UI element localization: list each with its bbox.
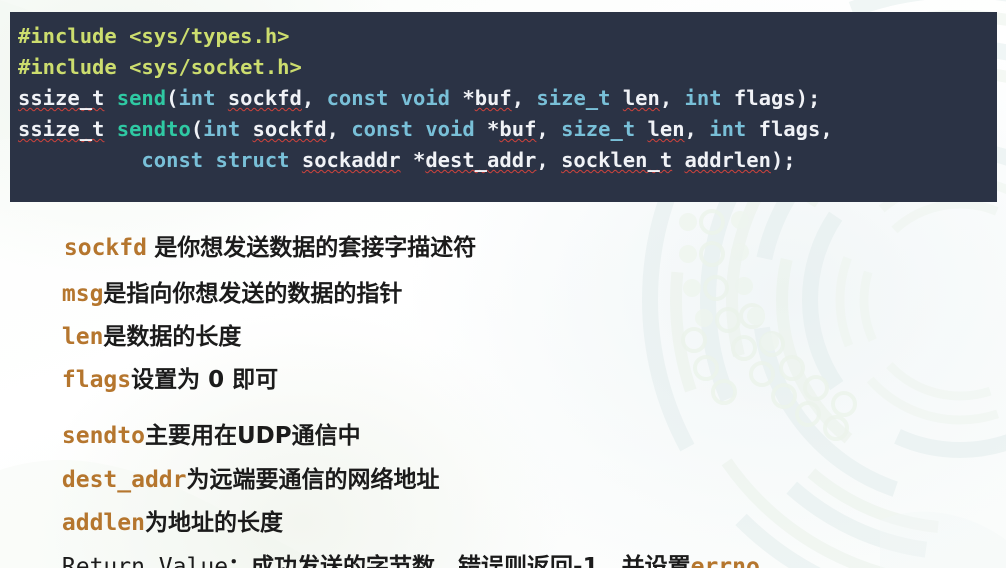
code-token: const struct	[141, 148, 290, 172]
note-return-line: Return Value：成功发送的字节数，错误则返回-1，并设置errno	[18, 533, 760, 568]
code-token: ,	[536, 148, 562, 172]
code-token: flags,	[746, 117, 833, 141]
note-keyword: sockfd	[63, 235, 147, 261]
code-token: (	[166, 86, 179, 110]
code-token: ,	[659, 86, 685, 110]
code-token: sockaddr	[301, 148, 401, 172]
code-token: int	[203, 117, 241, 141]
code-token: len	[622, 86, 660, 110]
code-token: socklen_t	[561, 148, 673, 172]
code-token: buf	[474, 86, 512, 110]
code-token: int	[709, 117, 747, 141]
code-token: ssize_t	[18, 117, 105, 141]
code-line-include-types: #include <sys/types.h>	[18, 21, 997, 52]
code-token: len	[647, 117, 685, 141]
code-token: const void	[351, 117, 475, 141]
code-token: ,	[536, 117, 562, 141]
slide-canvas: #include <sys/types.h> #include <sys/sock…	[0, 0, 1006, 568]
code-token: *	[474, 117, 500, 141]
code-token: int	[178, 86, 216, 110]
return-value-text: 成功发送的字节数，错误则返回-1，并设置	[251, 554, 691, 568]
code-token: size_t	[561, 117, 636, 141]
return-value-label: Return Value	[61, 554, 229, 568]
code-token: ,	[684, 117, 710, 141]
code-token: addrlen	[684, 148, 771, 172]
code-lines-container: #include <sys/types.h> #include <sys/sock…	[18, 21, 997, 176]
code-token: const void	[326, 86, 451, 110]
code-line-sendto-proto-line1: ssize_t sendto(int sockfd, const void *b…	[18, 114, 997, 145]
code-block: #include <sys/types.h> #include <sys/sock…	[10, 12, 997, 202]
note-text: 是你想发送数据的套接字描述符	[154, 235, 477, 261]
code-token: ,	[301, 86, 327, 110]
code-token: sockfd	[252, 117, 327, 141]
code-token: send	[116, 86, 167, 110]
code-token: int	[684, 86, 722, 110]
code-token: (	[190, 117, 204, 141]
code-token: dest_addr	[425, 148, 537, 172]
return-value-separator: ：	[228, 554, 252, 568]
code-token: #include <sys/types.h>	[18, 24, 290, 48]
code-token: ,	[326, 117, 352, 141]
code-token: buf	[499, 117, 537, 141]
code-token: ,	[511, 86, 537, 110]
code-token: size_t	[536, 86, 611, 110]
code-token: sendto	[116, 117, 191, 141]
code-token: ssize_t	[18, 86, 105, 110]
note-keyword: flags	[61, 367, 132, 393]
return-value-keyword: errno	[690, 554, 760, 568]
code-token: #include <sys/socket.h>	[18, 55, 302, 79]
code-token: sockfd	[227, 86, 302, 110]
code-token: );	[770, 148, 796, 172]
code-token: *	[450, 86, 475, 110]
code-line-sendto-proto-line2: const struct sockaddr *dest_addr, sockle…	[18, 145, 997, 176]
code-line-send-proto: ssize_t send(int sockfd, const void *buf…	[18, 83, 997, 114]
code-token: *	[400, 148, 426, 172]
note-text: 设置为 0 即可	[131, 367, 279, 393]
code-line-include-socket: #include <sys/socket.h>	[18, 52, 997, 83]
code-token: flags);	[721, 86, 821, 110]
